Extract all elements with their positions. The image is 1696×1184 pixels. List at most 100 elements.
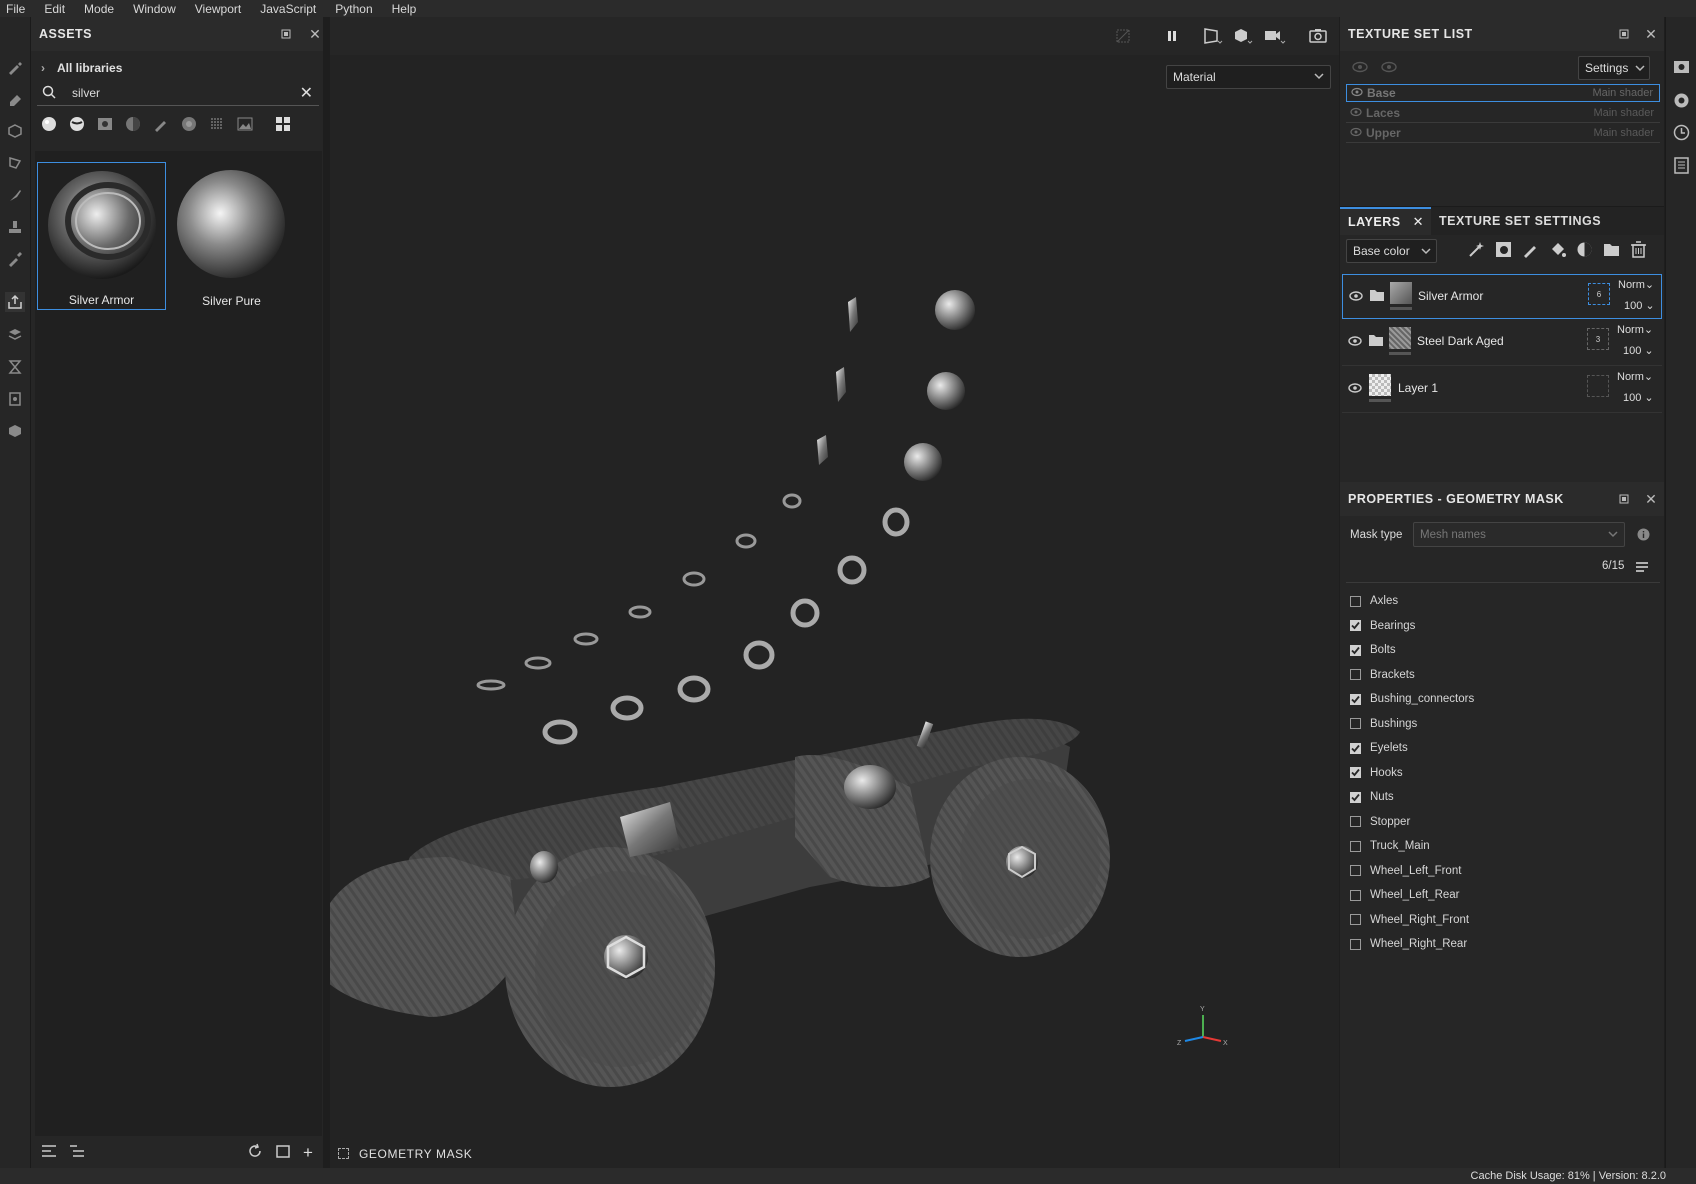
texture-set-laces[interactable]: Laces Main shader (1346, 104, 1660, 123)
grid-view-icon[interactable] (275, 116, 291, 135)
menu-viewport[interactable]: Viewport (195, 2, 241, 16)
asset-silver-armor[interactable]: Silver Armor (37, 162, 166, 310)
checkbox-unchecked[interactable] (1350, 889, 1361, 901)
pause-icon[interactable] (1164, 28, 1180, 47)
bake-icon[interactable] (5, 325, 25, 345)
layer-row[interactable]: Steel Dark Aged 3 Norm⌄ 100 ⌄ (1342, 320, 1662, 366)
polygon-fill-icon[interactable] (5, 153, 25, 173)
mesh-item[interactable]: Nuts (1350, 786, 1394, 808)
asset-silver-pure[interactable]: Silver Pure (167, 162, 296, 310)
environment-filter-icon[interactable] (237, 116, 253, 135)
hide-icon[interactable] (1115, 28, 1131, 47)
eye-icon[interactable] (1350, 126, 1362, 140)
mesh-item[interactable]: Truck_Main (1350, 835, 1430, 857)
mask-type-dropdown[interactable]: Mesh names (1413, 522, 1625, 547)
checkbox-checked[interactable] (1350, 644, 1361, 656)
texture-set-upper[interactable]: Upper Main shader (1346, 124, 1660, 143)
checkbox-unchecked[interactable] (1350, 718, 1361, 729)
close-icon[interactable]: ✕ (1413, 214, 1424, 230)
undock-icon[interactable] (1617, 492, 1631, 506)
checkbox-unchecked[interactable] (1350, 865, 1361, 876)
color-picker-icon[interactable] (5, 249, 25, 269)
checkbox-unchecked[interactable] (1350, 840, 1361, 852)
layer-mask-thumbnail[interactable]: 3 (1587, 328, 1609, 350)
brush-filter-icon[interactable] (153, 116, 169, 135)
close-icon[interactable]: ✕ (1644, 491, 1658, 507)
mesh-item[interactable]: Brackets (1350, 664, 1415, 686)
checkbox-checked[interactable] (1350, 742, 1361, 754)
menu-file[interactable]: File (6, 2, 25, 16)
add-effect-icon[interactable] (1468, 241, 1485, 261)
history-icon[interactable] (5, 357, 25, 377)
smart-material-filter-icon[interactable] (69, 116, 85, 135)
tab-texture-set-settings[interactable]: TEXTURE SET SETTINGS (1439, 207, 1601, 235)
eye-icon[interactable] (1381, 61, 1397, 76)
clear-search-icon[interactable]: ✕ (300, 83, 313, 103)
eye-icon[interactable] (1348, 335, 1362, 349)
info-icon[interactable] (1637, 528, 1650, 544)
checkbox-unchecked[interactable] (1350, 938, 1361, 950)
mesh-item[interactable]: Wheel_Right_Front (1350, 909, 1469, 931)
layer-mask-thumbnail[interactable] (1587, 375, 1609, 397)
checkbox-unchecked[interactable] (1350, 914, 1361, 925)
mesh-item[interactable]: Bushings (1350, 713, 1417, 735)
blend-mode-dropdown[interactable]: Norm⌄ (1617, 323, 1653, 336)
delete-icon[interactable] (1630, 241, 1647, 261)
display-settings-icon[interactable] (1673, 92, 1690, 112)
channel-dropdown[interactable]: Base color (1346, 239, 1437, 263)
material-filter-icon[interactable] (41, 116, 57, 135)
layer-row[interactable]: Silver Armor 6 Norm⌄ 100 ⌄ (1342, 274, 1662, 319)
mesh-item[interactable]: Wheel_Right_Rear (1350, 933, 1467, 955)
mesh-item[interactable]: Bearings (1350, 615, 1415, 637)
folder-icon[interactable] (1368, 333, 1384, 350)
menu-mode[interactable]: Mode (84, 2, 114, 16)
display-settings-icon[interactable] (5, 421, 25, 441)
layer-mask-thumbnail[interactable]: 6 (1588, 283, 1610, 305)
mesh-item[interactable]: Stopper (1350, 811, 1410, 833)
undock-icon[interactable] (279, 27, 293, 41)
projection-icon[interactable] (5, 121, 25, 141)
checkbox-unchecked[interactable] (1350, 595, 1361, 607)
mesh-item[interactable]: Wheel_Left_Rear (1350, 884, 1460, 906)
screenshot-icon[interactable] (1309, 27, 1327, 46)
tab-layers[interactable]: LAYERS ✕ (1340, 207, 1431, 235)
checkbox-unchecked[interactable] (1350, 669, 1361, 680)
texture-set-settings-dropdown[interactable]: Settings (1578, 56, 1650, 80)
add-mask-icon[interactable] (1495, 241, 1512, 261)
opacity-dropdown[interactable]: 100 ⌄ (1623, 391, 1654, 404)
eye-locked-icon[interactable] (1352, 61, 1368, 76)
close-icon[interactable]: ✕ (1644, 26, 1658, 42)
add-fill-layer-icon[interactable] (1549, 241, 1566, 261)
smudge-icon[interactable] (5, 185, 25, 205)
list-view-icon[interactable] (41, 1144, 57, 1161)
log-icon[interactable] (1673, 157, 1690, 177)
close-icon[interactable]: ✕ (308, 26, 322, 42)
menu-javascript[interactable]: JavaScript (260, 2, 316, 16)
opacity-dropdown[interactable]: 100 ⌄ (1624, 299, 1655, 312)
menu-help[interactable]: Help (392, 2, 417, 16)
menu-python[interactable]: Python (335, 2, 372, 16)
export-icon[interactable] (5, 292, 25, 312)
smart-mask-filter-icon[interactable] (97, 116, 113, 135)
camera-mode-icon[interactable] (1203, 27, 1223, 48)
refresh-icon[interactable] (247, 1143, 263, 1162)
checkbox-unchecked[interactable] (1350, 816, 1361, 827)
mesh-item[interactable]: Bolts (1350, 639, 1396, 661)
new-folder-icon[interactable] (275, 1143, 291, 1162)
eye-icon[interactable] (1348, 382, 1362, 396)
mesh-item[interactable]: Eyelets (1350, 737, 1408, 759)
filter-icon[interactable] (125, 116, 141, 135)
checkbox-checked[interactable] (1350, 767, 1361, 778)
add-folder-icon[interactable] (1603, 241, 1620, 261)
folder-icon[interactable] (1369, 288, 1385, 305)
checkbox-checked[interactable] (1350, 791, 1361, 803)
blend-mode-dropdown[interactable]: Norm⌄ (1618, 278, 1654, 291)
add-icon[interactable]: + (303, 1143, 313, 1163)
viewport[interactable]: Material Y X Z GEOMETRY MASK (330, 17, 1339, 1168)
tree-view-icon[interactable] (69, 1144, 85, 1161)
list-menu-icon[interactable] (1635, 561, 1649, 576)
search-input[interactable] (70, 85, 274, 101)
texture-set-list-icon[interactable] (1673, 58, 1690, 78)
document-icon[interactable] (5, 389, 25, 409)
eye-icon[interactable] (1349, 290, 1363, 304)
